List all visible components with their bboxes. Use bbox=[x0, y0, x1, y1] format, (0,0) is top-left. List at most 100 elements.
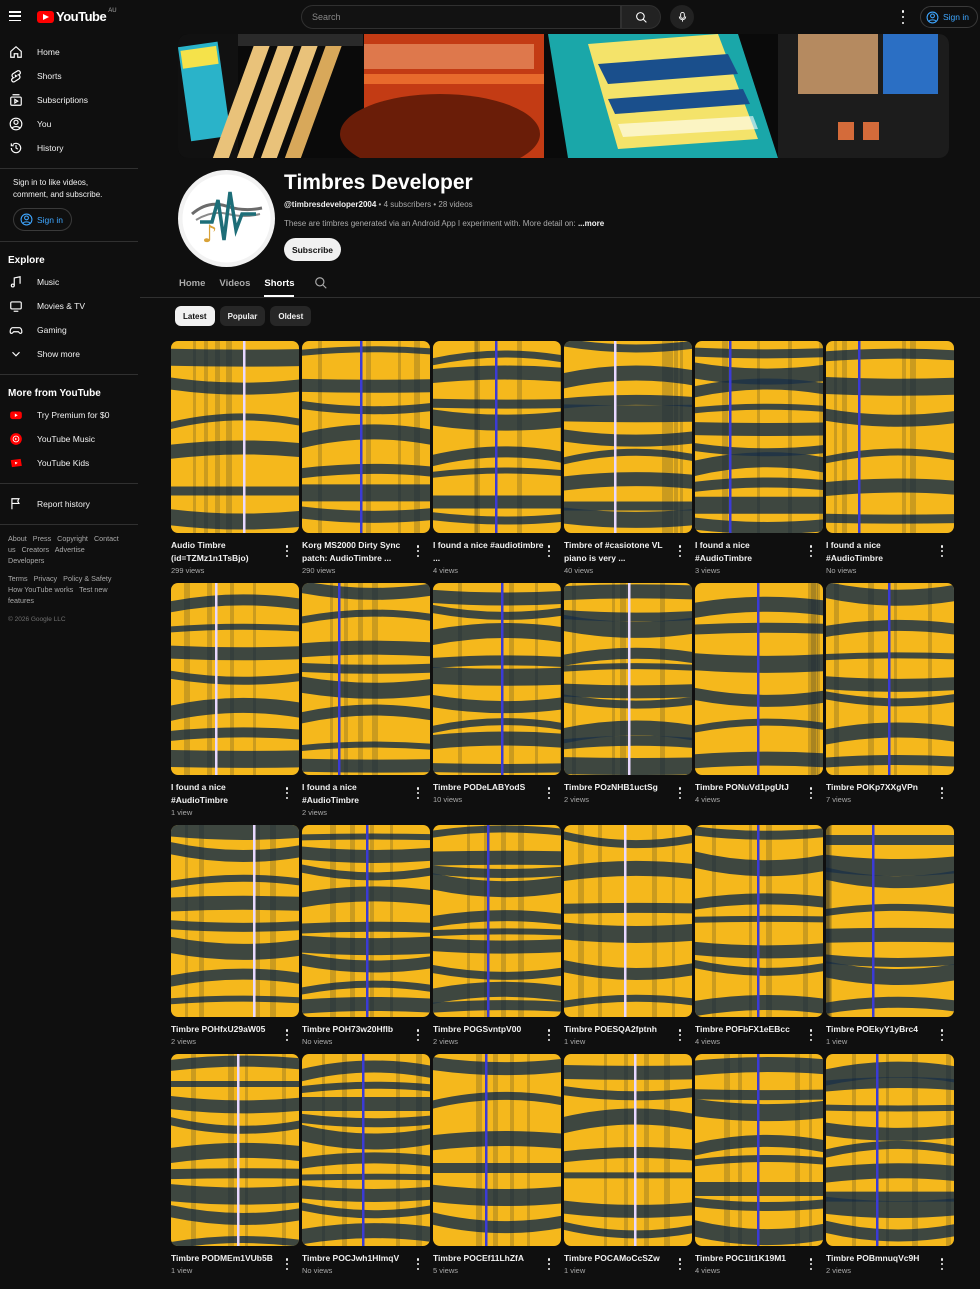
short-thumbnail[interactable] bbox=[171, 1054, 299, 1246]
hamburger-menu-icon[interactable] bbox=[9, 11, 21, 21]
short-card[interactable]: Timbre POGSvntpV00 2 views bbox=[433, 825, 561, 1046]
sidebar-item-shorts[interactable]: Shorts bbox=[0, 64, 140, 88]
short-thumbnail[interactable] bbox=[302, 825, 430, 1017]
chip-popular[interactable]: Popular bbox=[219, 306, 266, 326]
short-title[interactable]: I found a nice #audiotimbre ... bbox=[433, 539, 545, 564]
short-title[interactable]: Timbre POCEf11LhZfA bbox=[433, 1252, 545, 1265]
sidebar-item-history[interactable]: History bbox=[0, 136, 140, 160]
settings-menu-icon[interactable] bbox=[898, 10, 908, 24]
more-actions-icon[interactable] bbox=[547, 1029, 551, 1041]
short-title[interactable]: I found a nice #AudioTimbre bbox=[302, 781, 414, 806]
short-card[interactable]: Timbre PONuVd1pgUtJ 4 views bbox=[695, 583, 823, 804]
short-title[interactable]: Timbre POHfxU29aW05 bbox=[171, 1023, 283, 1036]
short-card[interactable]: Timbre POBmnuqVc9H 2 views bbox=[826, 1054, 954, 1275]
short-card[interactable]: I found a nice #AudioTimbre 3 views bbox=[695, 341, 823, 575]
chip-latest[interactable]: Latest bbox=[175, 306, 215, 326]
footer-link[interactable]: Creators bbox=[22, 545, 50, 554]
more-actions-icon[interactable] bbox=[678, 545, 682, 557]
short-card[interactable]: Timbre POFbFX1eEBcc 4 views bbox=[695, 825, 823, 1046]
short-title[interactable]: Korg MS2000 Dirty Sync patch: AudioTimbr… bbox=[302, 539, 414, 564]
short-title[interactable]: Timbre POGSvntpV00 bbox=[433, 1023, 545, 1036]
sidebar-item-report-history[interactable]: Report history bbox=[0, 492, 140, 516]
more-actions-icon[interactable] bbox=[809, 787, 813, 799]
more-actions-icon[interactable] bbox=[940, 787, 944, 799]
more-actions-icon[interactable] bbox=[547, 1258, 551, 1270]
short-title[interactable]: Timbre PONuVd1pgUtJ bbox=[695, 781, 807, 794]
more-actions-icon[interactable] bbox=[809, 1258, 813, 1270]
short-card[interactable]: Timbre POEkyY1yBrc4 1 view bbox=[826, 825, 954, 1046]
tab-shorts[interactable]: Shorts bbox=[264, 270, 295, 297]
more-actions-icon[interactable] bbox=[940, 1258, 944, 1270]
short-thumbnail[interactable] bbox=[302, 583, 430, 775]
short-title[interactable]: Timbre POESQA2fptnh bbox=[564, 1023, 676, 1036]
tab-videos[interactable]: Videos bbox=[219, 270, 250, 297]
channel-search-icon[interactable] bbox=[314, 276, 328, 290]
footer-link[interactable]: Press bbox=[33, 534, 51, 543]
short-card[interactable]: Timbre POC1lt1K19M1 4 views bbox=[695, 1054, 823, 1275]
short-title[interactable]: Timbre of #casiotone VL piano is very ..… bbox=[564, 539, 676, 564]
more-actions-icon[interactable] bbox=[285, 787, 289, 799]
short-thumbnail[interactable] bbox=[433, 1054, 561, 1246]
short-card[interactable]: Timbre of #casiotone VL piano is very ..… bbox=[564, 341, 692, 575]
more-actions-icon[interactable] bbox=[416, 1258, 420, 1270]
short-thumbnail[interactable] bbox=[433, 583, 561, 775]
footer-link[interactable]: Terms bbox=[8, 574, 28, 583]
short-thumbnail[interactable] bbox=[826, 341, 954, 533]
short-title[interactable]: I found a nice #AudioTimbre bbox=[695, 539, 807, 564]
short-title[interactable]: Timbre POBmnuqVc9H bbox=[826, 1252, 938, 1265]
sidebar-item-gaming[interactable]: Gaming bbox=[0, 318, 140, 342]
short-card[interactable]: Timbre POKp7XXgVPn 7 views bbox=[826, 583, 954, 804]
short-title[interactable]: Timbre PODeLABYodS bbox=[433, 781, 545, 794]
sidebar-item-music[interactable]: Music bbox=[0, 270, 140, 294]
more-actions-icon[interactable] bbox=[285, 545, 289, 557]
more-actions-icon[interactable] bbox=[809, 1029, 813, 1041]
short-thumbnail[interactable] bbox=[302, 341, 430, 533]
sidebar-sign-in-button[interactable]: Sign in bbox=[13, 208, 72, 231]
short-card[interactable]: Timbre POESQA2fptnh 1 view bbox=[564, 825, 692, 1046]
more-actions-icon[interactable] bbox=[285, 1029, 289, 1041]
short-thumbnail[interactable] bbox=[564, 583, 692, 775]
sidebar-item-movies-tv[interactable]: Movies & TV bbox=[0, 294, 140, 318]
description-more-link[interactable]: ...more bbox=[578, 219, 604, 228]
short-card[interactable]: Timbre POHfxU29aW05 2 views bbox=[171, 825, 299, 1046]
short-card[interactable]: Timbre POH73w20Hflb No views bbox=[302, 825, 430, 1046]
short-thumbnail[interactable] bbox=[826, 583, 954, 775]
short-thumbnail[interactable] bbox=[826, 825, 954, 1017]
short-title[interactable]: Timbre POC1lt1K19M1 bbox=[695, 1252, 807, 1265]
short-thumbnail[interactable] bbox=[695, 583, 823, 775]
short-title[interactable]: Timbre POCJwh1HImqV bbox=[302, 1252, 414, 1265]
more-actions-icon[interactable] bbox=[678, 1029, 682, 1041]
search-input[interactable]: Search bbox=[301, 5, 621, 29]
more-actions-icon[interactable] bbox=[416, 1029, 420, 1041]
channel-description[interactable]: These are timbres generated via an Andro… bbox=[284, 219, 604, 228]
short-thumbnail[interactable] bbox=[171, 341, 299, 533]
footer-link[interactable]: Copyright bbox=[57, 534, 88, 543]
short-thumbnail[interactable] bbox=[564, 341, 692, 533]
more-actions-icon[interactable] bbox=[678, 787, 682, 799]
short-thumbnail[interactable] bbox=[695, 341, 823, 533]
voice-search-button[interactable] bbox=[670, 5, 694, 29]
more-actions-icon[interactable] bbox=[285, 1258, 289, 1270]
short-card[interactable]: Timbre PODMEm1VUb5B 1 view bbox=[171, 1054, 299, 1275]
short-thumbnail[interactable] bbox=[302, 1054, 430, 1246]
short-thumbnail[interactable] bbox=[695, 825, 823, 1017]
subscribe-button[interactable]: Subscribe bbox=[284, 238, 341, 261]
channel-avatar[interactable]: ♪ bbox=[178, 170, 275, 267]
short-card[interactable]: I found a nice #AudioTimbre 1 view bbox=[171, 583, 299, 817]
short-thumbnail[interactable] bbox=[695, 1054, 823, 1246]
youtube-logo[interactable]: YouTube AU bbox=[37, 8, 117, 24]
short-thumbnail[interactable] bbox=[826, 1054, 954, 1246]
short-card[interactable]: Audio Timbre (id=TZMz1n1TsBjo) 299 views bbox=[171, 341, 299, 575]
more-actions-icon[interactable] bbox=[940, 1029, 944, 1041]
sidebar-item-youtube-music[interactable]: YouTube Music bbox=[0, 427, 140, 451]
short-title[interactable]: Timbre PODMEm1VUb5B bbox=[171, 1252, 283, 1265]
footer-link[interactable]: Policy & Safety bbox=[63, 574, 111, 583]
more-actions-icon[interactable] bbox=[940, 545, 944, 557]
sidebar-item-try-premium-for-0[interactable]: Try Premium for $0 bbox=[0, 403, 140, 427]
short-thumbnail[interactable] bbox=[171, 583, 299, 775]
sidebar-item-show-more[interactable]: Show more bbox=[0, 342, 140, 366]
short-title[interactable]: Timbre POH73w20Hflb bbox=[302, 1023, 414, 1036]
search-button[interactable] bbox=[621, 5, 661, 29]
sidebar-item-home[interactable]: Home bbox=[0, 40, 140, 64]
more-actions-icon[interactable] bbox=[678, 1258, 682, 1270]
